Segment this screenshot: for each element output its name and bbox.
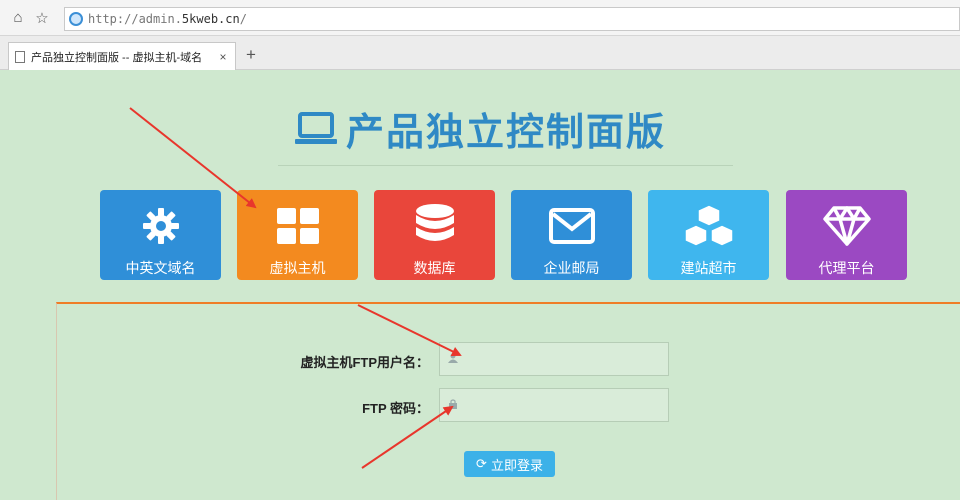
home-icon[interactable]: ⌂: [8, 8, 28, 28]
browser-address-bar: ⌂ ☆ http://admin.5kweb.cn/: [0, 0, 960, 36]
ftp-password-label: FTP 密码：: [362, 401, 429, 416]
user-icon: [448, 350, 458, 368]
tile-label: 企业邮局: [543, 260, 600, 276]
page-content: 产品独立控制面版 中英文域名 虚拟主机 数据库 企业邮局 建站超市 代理平台 虚…: [0, 70, 960, 500]
tile-site-builder[interactable]: 建站超市: [648, 190, 769, 280]
grid-icon: [276, 208, 319, 244]
tile-domain[interactable]: 中英文域名: [100, 190, 221, 280]
cubes-icon: [683, 204, 734, 247]
mail-icon: [548, 208, 595, 244]
tile-enterprise-mail[interactable]: 企业邮局: [511, 190, 632, 280]
lock-icon: [448, 396, 458, 414]
url-text: http://admin.5kweb.cn/: [88, 12, 247, 26]
title-divider: [278, 165, 733, 166]
login-button[interactable]: ⟳ 立即登录: [464, 451, 555, 477]
globe-icon: [69, 12, 83, 26]
tile-database[interactable]: 数据库: [374, 190, 495, 280]
new-tab-button[interactable]: +: [242, 46, 260, 64]
login-button-label: 立即登录: [490, 457, 543, 473]
tile-label: 代理平台: [818, 260, 875, 276]
tab-title: 产品独立控制面版 -- 虚拟主机-域名: [31, 51, 203, 64]
tile-virtual-host[interactable]: 虚拟主机: [237, 190, 358, 280]
browser-tab[interactable]: 产品独立控制面版 -- 虚拟主机-域名 ×: [8, 42, 236, 70]
tile-label: 数据库: [413, 260, 456, 276]
diamond-icon: [822, 206, 871, 246]
tile-label: 建站超市: [680, 260, 737, 276]
ftp-username-label: 虚拟主机FTP用户名：: [300, 355, 429, 370]
tile-label: 中英文域名: [125, 260, 196, 276]
page-title: 产品独立控制面版: [0, 98, 960, 158]
tile-label: 虚拟主机: [269, 260, 326, 276]
database-icon: [415, 204, 454, 241]
laptop-icon: [294, 112, 337, 144]
tab-bar: 产品独立控制面版 -- 虚拟主机-域名 × +: [0, 36, 960, 70]
url-field[interactable]: http://admin.5kweb.cn/: [64, 7, 960, 31]
tile-agent-platform[interactable]: 代理平台: [786, 190, 907, 280]
ftp-username-input[interactable]: [439, 342, 669, 376]
refresh-icon: ⟳: [476, 456, 487, 471]
page-title-text: 产品独立控制面版: [345, 111, 666, 154]
document-icon: [15, 50, 25, 63]
login-panel: 虚拟主机FTP用户名： FTP 密码： ⟳ 立即登录: [56, 302, 960, 500]
favorite-star-icon[interactable]: ☆: [32, 8, 52, 28]
ftp-password-input[interactable]: [439, 388, 669, 422]
service-tiles: 中英文域名 虚拟主机 数据库 企业邮局 建站超市 代理平台: [100, 190, 907, 280]
close-icon[interactable]: ×: [217, 50, 229, 64]
gear-icon: [142, 208, 179, 244]
